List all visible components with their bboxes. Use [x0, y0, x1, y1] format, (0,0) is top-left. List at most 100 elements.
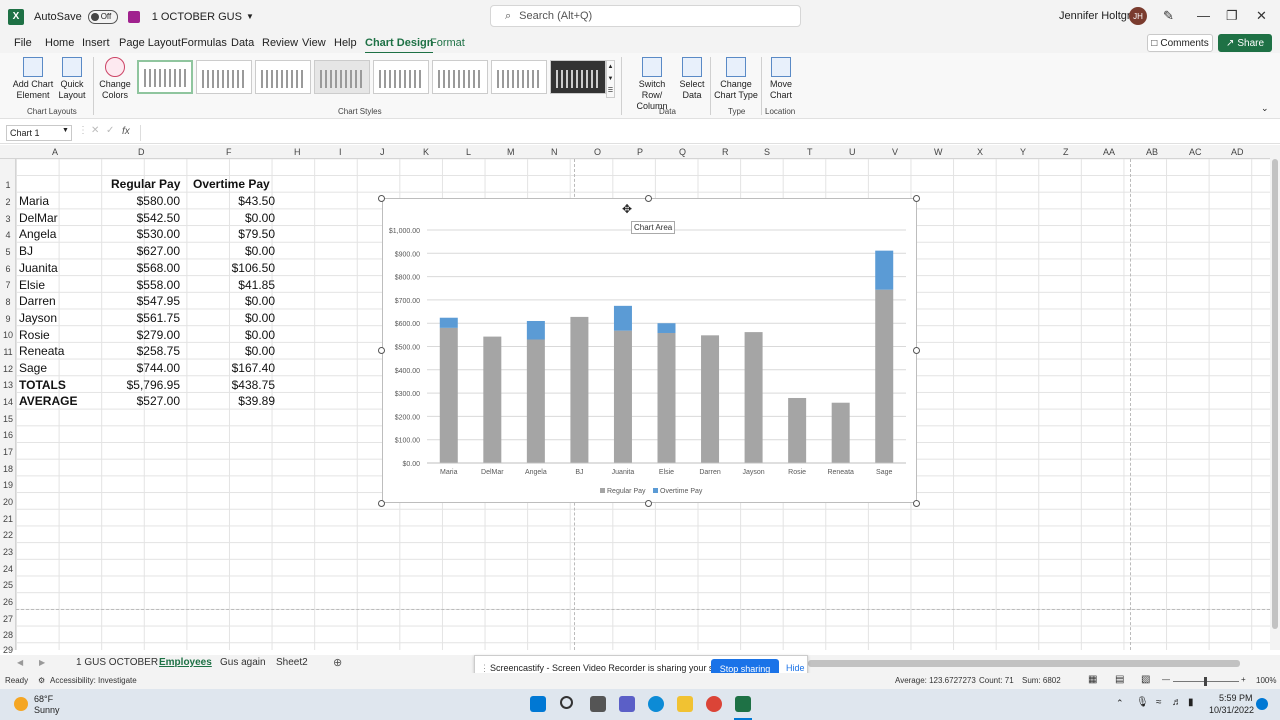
- chart-style-3[interactable]: [255, 60, 311, 94]
- totals-regular-cell[interactable]: $5,796.95: [104, 378, 180, 392]
- row-header-cell[interactable]: 18: [0, 464, 16, 474]
- header-regular-pay[interactable]: Regular Pay: [111, 177, 180, 191]
- overtime-pay-cell[interactable]: $106.50: [184, 261, 275, 275]
- employee-name-cell[interactable]: Elsie: [19, 278, 45, 292]
- battery-icon[interactable]: ▮: [1188, 697, 1194, 708]
- menu-data[interactable]: Data: [231, 37, 254, 49]
- chevron-down-icon[interactable]: ▼: [246, 12, 254, 21]
- page-break-view-icon[interactable]: ▧: [1141, 674, 1150, 685]
- column-header-cell[interactable]: K: [423, 147, 429, 157]
- column-header-cell[interactable]: X: [977, 147, 983, 157]
- column-header-cell[interactable]: U: [849, 147, 856, 157]
- overtime-pay-cell[interactable]: $167.40: [184, 361, 275, 375]
- regular-pay-cell[interactable]: $744.00: [104, 361, 180, 375]
- chrome-icon[interactable]: [706, 696, 722, 712]
- close-icon[interactable]: ✕: [1256, 8, 1267, 24]
- chart-area[interactable]: $0.00 $100.00 $200.00 $300.00 $400.00 $500.00…: [382, 198, 917, 503]
- row-header-cell[interactable]: 14: [0, 397, 16, 407]
- row-header-cell[interactable]: 28: [0, 630, 16, 640]
- column-header-cell[interactable]: Y: [1020, 147, 1026, 157]
- chart-style-6[interactable]: [432, 60, 488, 94]
- zoom-in-icon[interactable]: +: [1241, 675, 1246, 684]
- chart-style-2[interactable]: [196, 60, 252, 94]
- regular-pay-cell[interactable]: $279.00: [104, 328, 180, 342]
- sheet-tab-sheet2[interactable]: Sheet2: [276, 657, 308, 668]
- row-header-cell[interactable]: 15: [0, 414, 16, 424]
- column-header-cell[interactable]: W: [934, 147, 943, 157]
- column-header-cell[interactable]: O: [594, 147, 601, 157]
- column-header-cell[interactable]: J: [380, 147, 385, 157]
- column-header-cell[interactable]: S: [764, 147, 770, 157]
- regular-pay-cell[interactable]: $547.95: [104, 294, 180, 308]
- overtime-pay-cell[interactable]: $41.85: [184, 278, 275, 292]
- overtime-pay-cell[interactable]: $0.00: [184, 244, 275, 258]
- row-header-cell[interactable]: 7: [0, 280, 16, 290]
- regular-pay-cell[interactable]: $568.00: [104, 261, 180, 275]
- average-regular-cell[interactable]: $527.00: [104, 394, 180, 408]
- row-header-cell[interactable]: 29: [0, 645, 16, 655]
- employee-name-cell[interactable]: Sage: [19, 361, 47, 375]
- change-chart-type-button[interactable]: Change Chart Type: [714, 57, 758, 101]
- windows-start-icon[interactable]: [530, 696, 546, 712]
- menu-format[interactable]: Format: [430, 37, 465, 49]
- styles-scroll[interactable]: ▲ ▼ ☰: [606, 60, 615, 98]
- horizontal-scroll-thumb[interactable]: [808, 660, 1240, 667]
- column-header-cell[interactable]: AC: [1189, 147, 1202, 157]
- column-header-cell[interactable]: N: [551, 147, 558, 157]
- edge-icon[interactable]: [648, 696, 664, 712]
- vertical-scroll-thumb[interactable]: [1272, 159, 1278, 629]
- regular-pay-cell[interactable]: $561.75: [104, 311, 180, 325]
- column-header-cell[interactable]: T: [807, 147, 813, 157]
- sheet-tab-1-gus-october[interactable]: 1 GUS OCTOBER: [76, 657, 158, 668]
- page-layout-view-icon[interactable]: ▤: [1115, 674, 1124, 685]
- column-header-cell[interactable]: V: [892, 147, 898, 157]
- move-chart-button[interactable]: Move Chart: [766, 57, 796, 101]
- column-header-cell[interactable]: H: [294, 147, 301, 157]
- employee-name-cell[interactable]: Jayson: [19, 311, 57, 325]
- zoom-slider-thumb[interactable]: [1204, 677, 1207, 686]
- resize-handle[interactable]: [378, 195, 385, 202]
- row-header-cell[interactable]: 25: [0, 580, 16, 590]
- enter-icon[interactable]: ✓: [106, 125, 114, 136]
- restore-icon[interactable]: ❐: [1226, 8, 1238, 24]
- menu-review[interactable]: Review: [262, 37, 298, 49]
- resize-handle[interactable]: [913, 195, 920, 202]
- clock-date[interactable]: 10/31/2022: [1209, 705, 1254, 715]
- search-box[interactable]: ⌕ Search (Alt+Q): [490, 5, 801, 27]
- menu-help[interactable]: Help: [334, 37, 357, 49]
- row-header-cell[interactable]: 26: [0, 597, 16, 607]
- taskbar-search-icon[interactable]: [560, 696, 573, 709]
- next-sheet-icon[interactable]: ▶: [39, 658, 45, 667]
- column-header-cell[interactable]: I: [339, 147, 342, 157]
- change-colors-button[interactable]: Change Colors: [98, 57, 132, 101]
- file-name[interactable]: 1 OCTOBER GUS: [152, 11, 242, 23]
- file-explorer-icon[interactable]: [677, 696, 693, 712]
- overtime-pay-cell[interactable]: $0.00: [184, 311, 275, 325]
- menu-insert[interactable]: Insert: [82, 37, 110, 49]
- header-overtime-pay[interactable]: Overtime Pay: [193, 177, 270, 191]
- employee-name-cell[interactable]: Rosie: [19, 328, 50, 342]
- overtime-pay-cell[interactable]: $0.00: [184, 294, 275, 308]
- add-chart-element-button[interactable]: Add Chart Element: [12, 57, 54, 101]
- weather-temp[interactable]: 68°F: [34, 694, 53, 704]
- column-header-cell[interactable]: A: [52, 147, 58, 157]
- pen-icon[interactable]: ✎: [1163, 8, 1174, 24]
- cancel-icon[interactable]: ✕: [91, 125, 99, 136]
- row-header-cell[interactable]: 5: [0, 247, 16, 257]
- regular-pay-cell[interactable]: $580.00: [104, 194, 180, 208]
- weather-condition[interactable]: Sunny: [34, 705, 60, 715]
- sheet-tab-employees[interactable]: Employees: [159, 657, 212, 668]
- normal-view-icon[interactable]: ▦: [1088, 674, 1097, 685]
- chart-style-5[interactable]: [373, 60, 429, 94]
- fx-icon[interactable]: fx: [122, 126, 130, 137]
- resize-handle[interactable]: [378, 347, 385, 354]
- resize-handle[interactable]: [378, 500, 385, 507]
- column-header-cell[interactable]: AA: [1103, 147, 1115, 157]
- minimize-icon[interactable]: —: [1197, 8, 1210, 23]
- save-icon[interactable]: [127, 10, 140, 23]
- totals-overtime-cell[interactable]: $438.75: [184, 378, 275, 392]
- column-header-cell[interactable]: Z: [1063, 147, 1069, 157]
- regular-pay-cell[interactable]: $558.00: [104, 278, 180, 292]
- column-header-cell[interactable]: L: [466, 147, 471, 157]
- column-header-cell[interactable]: AB: [1146, 147, 1158, 157]
